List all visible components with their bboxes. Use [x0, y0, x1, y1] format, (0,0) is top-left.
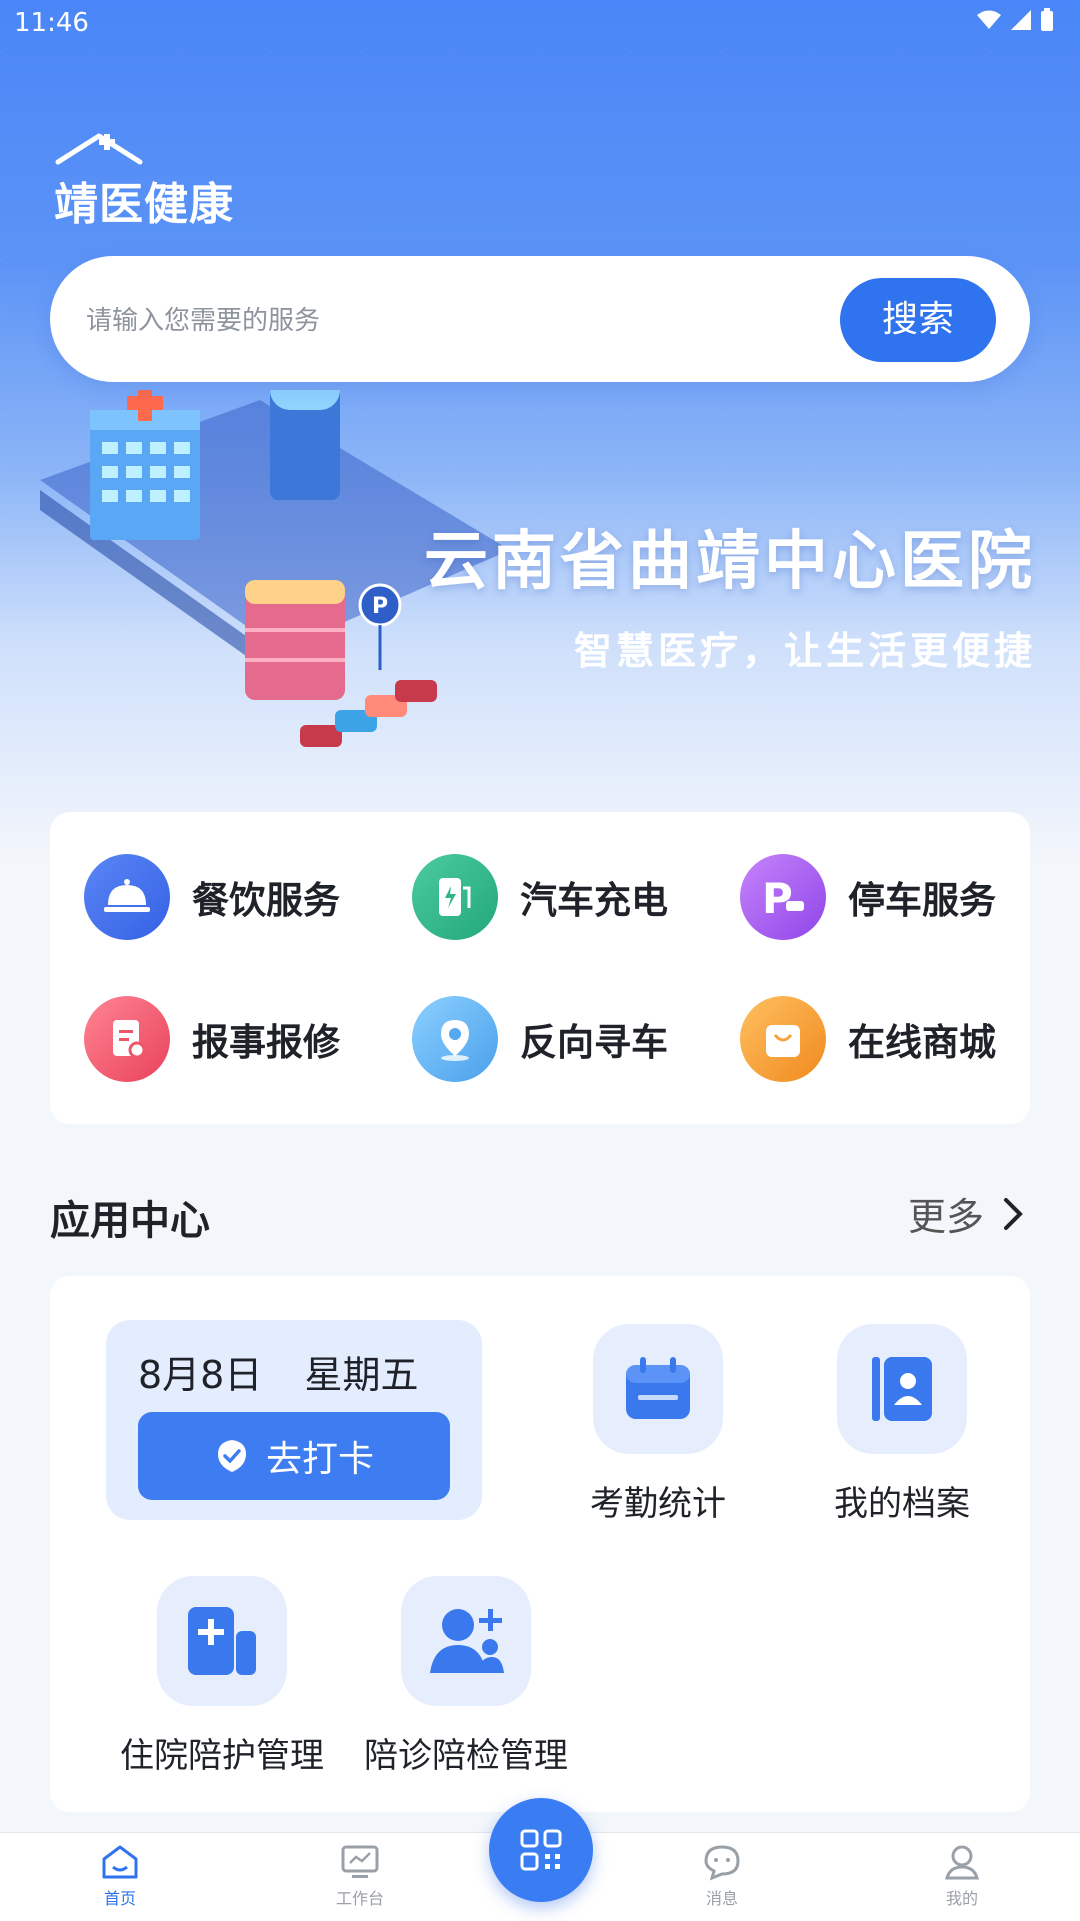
- service-label: 汽车充电: [520, 879, 668, 922]
- svg-text:P: P: [372, 594, 388, 619]
- service-label: 报事报修: [192, 1021, 340, 1064]
- checkin-button[interactable]: 去打卡: [138, 1412, 450, 1500]
- qr-code-icon: [520, 1829, 562, 1871]
- add-person-icon: [401, 1576, 531, 1706]
- search-button[interactable]: 搜索: [840, 278, 996, 362]
- weekday-label: 星期五: [304, 1353, 419, 1397]
- status-icons: [976, 8, 1054, 32]
- date-label: 8月8日: [138, 1353, 263, 1397]
- chevron-right-icon: [1004, 1197, 1023, 1230]
- service-parking[interactable]: P 停车服务: [740, 854, 996, 940]
- battery-icon: [1041, 8, 1053, 31]
- checkin-date: 8月8日 星期五: [138, 1344, 418, 1399]
- more-link[interactable]: 更多: [908, 1186, 1024, 1241]
- app-center-card: 8月8日 星期五 去打卡 考勤统计 我的档案 住院陪护管理 陪诊陪检管理: [50, 1276, 1030, 1812]
- tab-label: 我的: [945, 1889, 978, 1908]
- tab-messages[interactable]: 消息: [662, 1843, 782, 1909]
- ev-charger-icon: [412, 854, 498, 940]
- service-dining[interactable]: 餐饮服务: [84, 854, 340, 940]
- tab-home[interactable]: 首页: [60, 1843, 180, 1909]
- home-icon: [102, 1845, 138, 1879]
- service-find-car[interactable]: 反向寻车: [412, 996, 668, 1082]
- service-online-mall[interactable]: 在线商城: [740, 996, 996, 1082]
- checkin-card: 8月8日 星期五 去打卡: [106, 1320, 482, 1520]
- cloche-icon: [84, 854, 170, 940]
- location-pin-icon: [412, 996, 498, 1082]
- app-escort-exam[interactable]: 陪诊陪检管理: [346, 1576, 586, 1777]
- search-input[interactable]: 请输入您需要的服务: [86, 300, 320, 337]
- app-attendance-stats[interactable]: 考勤统计: [538, 1324, 778, 1525]
- svg-text:P: P: [762, 875, 793, 919]
- scan-qr-button[interactable]: [489, 1798, 593, 1902]
- chat-bubble-icon: [704, 1845, 740, 1881]
- service-label: 反向寻车: [520, 1021, 668, 1064]
- status-bar: 11:46: [0, 0, 1080, 44]
- house-logo-icon: [55, 133, 143, 165]
- quick-services-card: 餐饮服务 汽车充电 P 停车服务 报事报修 反向寻车 在线商城: [50, 812, 1030, 1124]
- tab-label: 消息: [705, 1889, 738, 1908]
- signal-icon: [1011, 10, 1031, 30]
- service-label: 在线商城: [848, 1021, 996, 1064]
- service-label: 餐饮服务: [192, 879, 340, 922]
- app-logo: 靖医健康: [54, 133, 234, 232]
- tab-label: 工作台: [335, 1889, 384, 1908]
- check-badge-icon: [217, 1440, 246, 1472]
- app-label: 陪诊陪检管理: [364, 1736, 568, 1776]
- wifi-icon: [977, 10, 1001, 29]
- service-label: 停车服务: [848, 879, 996, 922]
- app-inpatient-care[interactable]: 住院陪护管理: [102, 1576, 342, 1777]
- tab-label: 首页: [103, 1889, 136, 1908]
- profile-card-icon: [837, 1324, 967, 1454]
- shopping-bag-icon: [740, 996, 826, 1082]
- tab-mine[interactable]: 我的: [902, 1843, 1022, 1909]
- status-time: 11:46: [14, 8, 89, 38]
- app-label: 住院陪护管理: [120, 1736, 324, 1776]
- more-label: 更多: [907, 1195, 984, 1239]
- medical-plus-icon: [157, 1576, 287, 1706]
- report-repair-icon: [84, 996, 170, 1082]
- service-ev-charging[interactable]: 汽车充电: [412, 854, 668, 940]
- hero-banner: 医院 P 云南省曲靖中心医院 智慧医疗，让生活更便捷: [0, 0, 1080, 860]
- app-label: 我的档案: [834, 1484, 970, 1524]
- parking-icon: P: [740, 854, 826, 940]
- service-report-repair[interactable]: 报事报修: [84, 996, 340, 1082]
- app-my-profile[interactable]: 我的档案: [782, 1324, 1022, 1525]
- hospital-title: 云南省曲靖中心医院: [424, 525, 1036, 599]
- tab-workbench[interactable]: 工作台: [300, 1843, 420, 1909]
- calendar-icon: [593, 1324, 723, 1454]
- monitor-icon: [341, 1845, 379, 1878]
- app-label: 考勤统计: [590, 1484, 726, 1524]
- app-center-title: 应用中心: [50, 1198, 210, 1244]
- search-bar: 请输入您需要的服务 搜索: [50, 256, 1030, 382]
- user-icon: [945, 1845, 979, 1880]
- hospital-slogan: 智慧医疗，让生活更便捷: [573, 629, 1036, 673]
- checkin-button-label: 去打卡: [265, 1439, 374, 1480]
